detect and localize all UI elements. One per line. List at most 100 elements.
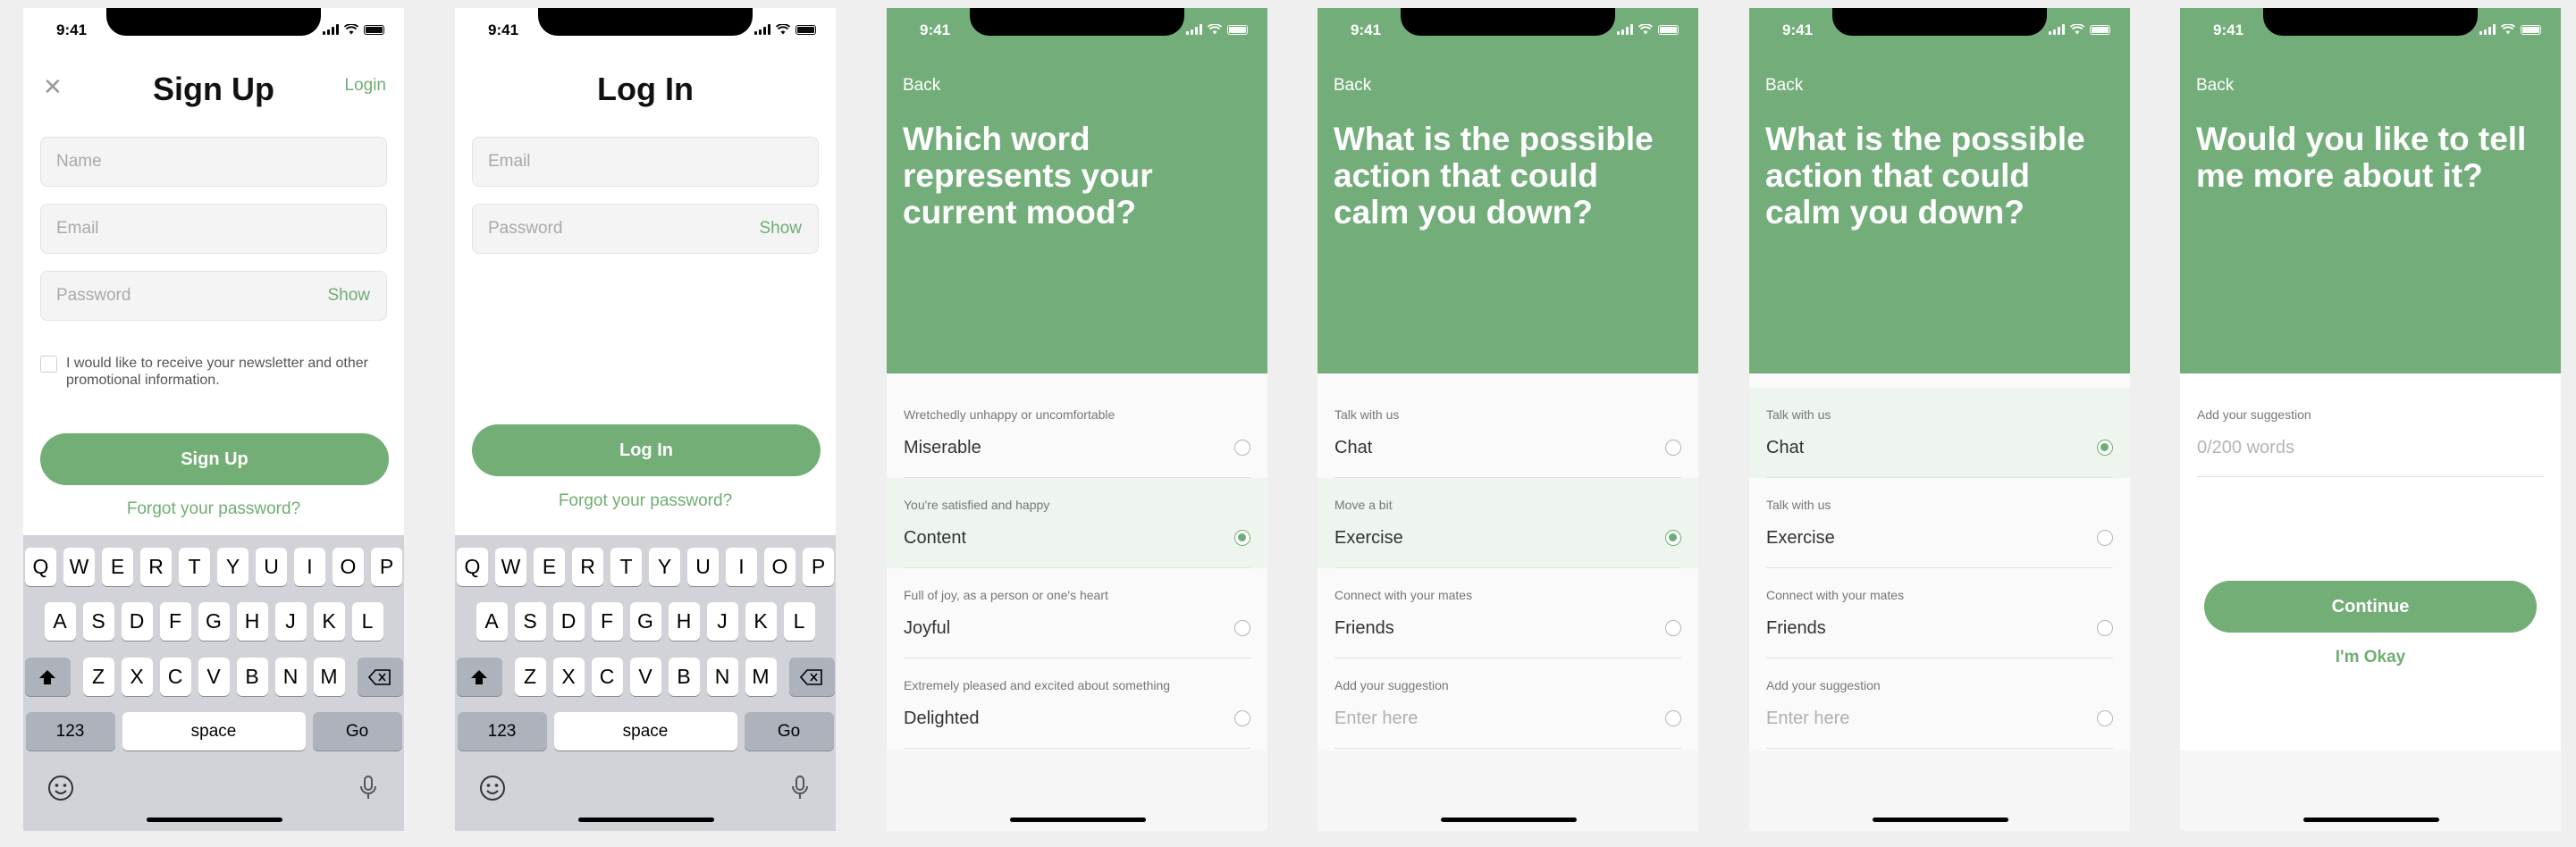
radio-button[interactable]: [1665, 530, 1681, 546]
option-item[interactable]: Connect with your mates Friends: [1749, 568, 2130, 658]
show-password-button[interactable]: Show: [759, 219, 802, 239]
space-key[interactable]: space: [122, 712, 306, 751]
key-x[interactable]: X: [552, 658, 585, 696]
suggestion-input[interactable]: Enter here: [1334, 709, 1418, 729]
key-l[interactable]: L: [351, 602, 383, 641]
newsletter-checkbox[interactable]: [40, 356, 57, 373]
key-t[interactable]: T: [610, 548, 642, 586]
option-item[interactable]: Full of joy, as a person or one's heart J…: [887, 568, 1267, 658]
option-item[interactable]: Move a bit Exercise: [1317, 478, 1698, 568]
forgot-password-link[interactable]: Forgot your password?: [455, 491, 836, 511]
radio-button[interactable]: [2097, 620, 2113, 636]
option-item[interactable]: You're satisfied and happy Content: [887, 478, 1267, 568]
key-u[interactable]: U: [256, 548, 287, 586]
key-e[interactable]: E: [102, 548, 133, 586]
forgot-password-link[interactable]: Forgot your password?: [23, 499, 404, 519]
key-y[interactable]: Y: [217, 548, 248, 586]
key-d[interactable]: D: [552, 602, 585, 641]
shift-icon[interactable]: [456, 658, 502, 696]
key-b[interactable]: B: [236, 658, 268, 696]
key-i[interactable]: I: [726, 548, 757, 586]
key-q[interactable]: Q: [25, 548, 56, 586]
suggestion-input[interactable]: Enter here: [1766, 709, 1849, 729]
key-j[interactable]: J: [274, 602, 307, 641]
key-y[interactable]: Y: [649, 548, 680, 586]
key-j[interactable]: J: [706, 602, 738, 641]
key-r[interactable]: R: [140, 548, 172, 586]
key-z[interactable]: Z: [82, 658, 114, 696]
home-indicator[interactable]: [1441, 818, 1577, 822]
back-button[interactable]: Back: [1334, 76, 1371, 96]
option-item[interactable]: Talk with us Chat: [1317, 388, 1698, 478]
key-s[interactable]: S: [514, 602, 546, 641]
key-o[interactable]: O: [764, 548, 796, 586]
key-r[interactable]: R: [572, 548, 603, 586]
key-o[interactable]: O: [333, 548, 364, 586]
option-item[interactable]: Connect with your mates Friends: [1317, 568, 1698, 658]
shift-icon[interactable]: [24, 658, 71, 696]
key-k[interactable]: K: [745, 602, 777, 641]
home-indicator[interactable]: [2303, 818, 2439, 822]
suggestion-input[interactable]: 0/200 words: [2197, 438, 2294, 458]
key-c[interactable]: C: [159, 658, 191, 696]
key-p[interactable]: P: [371, 548, 402, 586]
option-item[interactable]: Talk with us Exercise: [1749, 478, 2130, 568]
key-w[interactable]: W: [495, 548, 526, 586]
key-b[interactable]: B: [668, 658, 700, 696]
key-v[interactable]: V: [198, 658, 230, 696]
key-c[interactable]: C: [591, 658, 623, 696]
home-indicator[interactable]: [1873, 818, 2008, 822]
key-u[interactable]: U: [687, 548, 719, 586]
key-n[interactable]: N: [706, 658, 738, 696]
key-f[interactable]: F: [159, 602, 191, 641]
key-e[interactable]: E: [534, 548, 565, 586]
go-key[interactable]: Go: [312, 712, 402, 751]
home-indicator[interactable]: [147, 818, 282, 822]
radio-button[interactable]: [1234, 620, 1250, 636]
key-v[interactable]: V: [629, 658, 661, 696]
home-indicator[interactable]: [578, 818, 714, 822]
numbers-key[interactable]: 123: [25, 712, 115, 751]
key-p[interactable]: P: [803, 548, 834, 586]
name-field[interactable]: Name: [40, 137, 387, 187]
key-h[interactable]: H: [668, 602, 700, 641]
signup-button[interactable]: Sign Up: [40, 433, 389, 485]
microphone-icon[interactable]: [359, 775, 377, 808]
key-m[interactable]: M: [313, 658, 345, 696]
key-f[interactable]: F: [591, 602, 623, 641]
radio-button[interactable]: [1234, 440, 1250, 456]
login-link[interactable]: Login: [345, 76, 387, 96]
key-s[interactable]: S: [82, 602, 114, 641]
key-w[interactable]: W: [63, 548, 95, 586]
option-item[interactable]: Add your suggestion Enter here: [1317, 658, 1698, 749]
key-d[interactable]: D: [121, 602, 153, 641]
key-m[interactable]: M: [745, 658, 777, 696]
key-g[interactable]: G: [629, 602, 661, 641]
space-key[interactable]: space: [553, 712, 737, 751]
continue-button[interactable]: Continue: [2204, 581, 2537, 633]
backspace-icon[interactable]: [357, 658, 403, 696]
emoji-icon[interactable]: [47, 775, 74, 809]
option-item[interactable]: Wretchedly unhappy or uncomfortable Miser…: [887, 388, 1267, 478]
key-x[interactable]: X: [121, 658, 153, 696]
radio-button[interactable]: [1665, 710, 1681, 726]
radio-button[interactable]: [2097, 440, 2113, 456]
key-i[interactable]: I: [294, 548, 325, 586]
back-button[interactable]: Back: [1765, 76, 1803, 96]
show-password-button[interactable]: Show: [327, 286, 370, 306]
key-g[interactable]: G: [198, 602, 230, 641]
numbers-key[interactable]: 123: [457, 712, 547, 751]
microphone-icon[interactable]: [791, 775, 809, 808]
key-a[interactable]: A: [476, 602, 508, 641]
key-z[interactable]: Z: [514, 658, 546, 696]
email-field[interactable]: Email: [472, 137, 819, 187]
radio-button[interactable]: [2097, 710, 2113, 726]
option-item[interactable]: Add your suggestion Enter here: [1749, 658, 2130, 749]
key-t[interactable]: T: [179, 548, 210, 586]
password-field[interactable]: Password Show: [40, 271, 387, 321]
back-button[interactable]: Back: [903, 76, 940, 96]
key-l[interactable]: L: [783, 602, 815, 641]
radio-button[interactable]: [2097, 530, 2113, 546]
im-okay-link[interactable]: I'm Okay: [2180, 648, 2561, 667]
key-h[interactable]: H: [236, 602, 268, 641]
